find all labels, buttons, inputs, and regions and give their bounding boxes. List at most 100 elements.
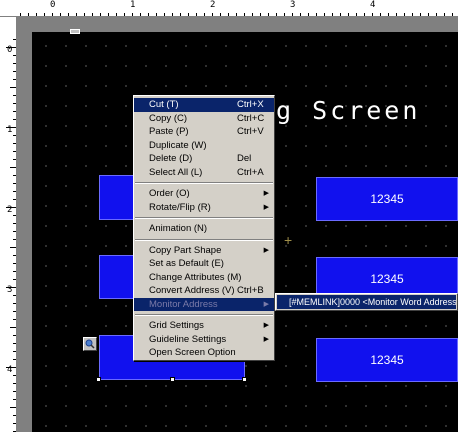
ruler-tick	[13, 335, 16, 336]
menu-item-label: Paste (P)	[149, 126, 189, 137]
menu-item-label: Cut (T)	[149, 99, 179, 110]
ruler-tick	[10, 327, 16, 328]
menu-item-shortcut: Ctrl+B	[237, 285, 264, 296]
part-numeric-display[interactable]: 12345	[316, 177, 458, 221]
menu-item-copy[interactable]: Copy (C) Ctrl+C	[134, 112, 274, 126]
ruler-number: 0	[7, 45, 13, 55]
part-numeric-display[interactable]	[99, 175, 134, 220]
ruler-tick	[13, 143, 16, 144]
menu-item-label: Change Attributes (M)	[149, 271, 242, 283]
ruler-tick	[348, 13, 349, 16]
menu-item-animation[interactable]: Animation (N)	[134, 222, 274, 236]
ruler-number: 4	[7, 365, 13, 375]
ruler-tick	[13, 175, 16, 176]
menu-item-grid-settings[interactable]: Grid Settings ▶	[134, 319, 274, 333]
ruler-number: 1	[7, 125, 13, 135]
ruler-tick	[236, 13, 237, 16]
ruler-tick	[300, 13, 301, 16]
menu-item-copy-part-shape[interactable]: Copy Part Shape ▶	[134, 244, 274, 258]
menu-item-label: Open Screen Option	[149, 347, 236, 358]
menu-item-open-screen-option[interactable]: Open Screen Option	[134, 346, 274, 360]
top-ruler: 0 1 2 3 4	[0, 0, 458, 17]
ruler-tick	[60, 13, 61, 16]
menu-item-monitor-address[interactable]: Monitor Address ▶	[134, 297, 274, 311]
ruler-tick	[20, 13, 21, 16]
ruler-tick	[188, 13, 189, 16]
menu-item-change-attributes[interactable]: Change Attributes (M)	[134, 271, 274, 285]
menu-item-order[interactable]: Order (O) ▶	[134, 187, 274, 201]
ruler-tick	[13, 359, 16, 360]
menu-item-duplicate[interactable]: Duplicate (W)	[134, 139, 274, 153]
menu-item-shortcut: Del	[237, 153, 252, 164]
menu-item-convert-address[interactable]: Convert Address (V) Ctrl+B	[134, 284, 274, 298]
ruler-tick	[13, 135, 16, 136]
ruler-tick	[388, 13, 389, 16]
menu-item-set-as-default[interactable]: Set as Default (E)	[134, 257, 274, 271]
ruler-tick	[212, 13, 213, 16]
arrow-right-icon: ▶	[263, 190, 269, 197]
ruler-tick	[13, 119, 16, 120]
submenu-item-memlink[interactable]: [#MEMLINK]0000 <Monitor Word Address>	[277, 295, 456, 309]
menu-item-label: Animation (N)	[149, 223, 208, 234]
menu-item-paste[interactable]: Paste (P) Ctrl+V	[134, 125, 274, 139]
ruler-tick	[10, 407, 16, 408]
ruler-number: 3	[290, 0, 296, 10]
selection-handle[interactable]	[242, 377, 247, 382]
ruler-tick	[276, 13, 277, 16]
ruler-tick	[13, 375, 16, 376]
ruler-tick	[13, 95, 16, 96]
menu-item-select-all[interactable]: Select All (L) Ctrl+A	[134, 166, 274, 180]
menu-item-cut[interactable]: Cut (T) Ctrl+X	[134, 98, 274, 112]
ruler-tick	[13, 263, 16, 264]
menu-item-label: Set as Default (E)	[149, 258, 224, 269]
ruler-tick	[228, 13, 229, 16]
ruler-tick	[364, 13, 365, 16]
menu-item-label: Monitor Address	[149, 298, 218, 310]
ruler-number: 0	[50, 0, 56, 10]
ruler-tick	[308, 13, 309, 16]
menu-item-guideline-settings[interactable]: Guideline Settings ▶	[134, 333, 274, 347]
selection-handle[interactable]	[170, 377, 175, 382]
ruler-tick	[10, 87, 16, 88]
ruler-tick	[164, 13, 165, 16]
ruler-tick	[13, 279, 16, 280]
ruler-tick	[13, 223, 16, 224]
ruler-tick	[268, 13, 269, 16]
ruler-tick	[76, 13, 77, 16]
menu-item-rotate-flip[interactable]: Rotate/Flip (R) ▶	[134, 201, 274, 215]
ruler-tick	[380, 13, 381, 16]
menu-item-label: Duplicate (W)	[149, 139, 207, 151]
menu-item-shortcut: Ctrl+X	[237, 99, 264, 110]
ruler-number: 2	[210, 0, 216, 10]
ruler-tick	[13, 183, 16, 184]
screen-title-text[interactable]: g Screen	[276, 96, 420, 125]
ruler-number: 3	[7, 285, 13, 295]
ruler-tick	[10, 167, 16, 168]
ruler-tick	[13, 415, 16, 416]
ruler-tick	[116, 13, 117, 16]
selection-handle[interactable]	[96, 377, 101, 382]
ruler-tick	[13, 351, 16, 352]
ruler-tick	[13, 391, 16, 392]
monitor-address-submenu: [#MEMLINK]0000 <Monitor Word Address>	[275, 293, 458, 311]
ruler-tick	[428, 13, 429, 16]
crosshair-icon: +	[284, 232, 293, 248]
ruler-tick	[404, 13, 405, 16]
ruler-tick	[13, 159, 16, 160]
part-numeric-display[interactable]: 12345	[316, 338, 458, 382]
ruler-tick	[180, 13, 181, 16]
magnifier-icon[interactable]	[83, 337, 97, 351]
ruler-tick	[13, 271, 16, 272]
ruler-tick	[92, 13, 93, 16]
ruler-tick	[284, 13, 285, 16]
ruler-tick	[52, 13, 53, 16]
ruler-tick	[13, 215, 16, 216]
arrow-right-icon: ▶	[263, 203, 269, 211]
ruler-tick	[13, 39, 16, 40]
menu-item-shortcut: Ctrl+C	[237, 112, 265, 124]
arrow-right-icon: ▶	[263, 322, 269, 329]
part-numeric-display[interactable]	[99, 255, 134, 299]
ruler-tick	[13, 343, 16, 344]
ruler-tick	[68, 13, 69, 16]
menu-item-delete[interactable]: Delete (D) Del	[134, 152, 274, 166]
